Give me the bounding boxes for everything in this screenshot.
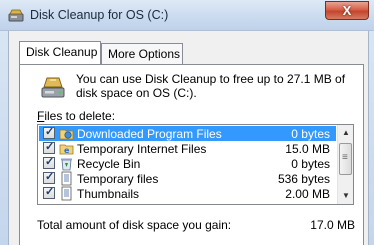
scroll-thumb[interactable] bbox=[339, 143, 352, 175]
disk-cleanup-icon bbox=[41, 77, 65, 98]
tab-disk-cleanup[interactable]: Disk Cleanup bbox=[19, 41, 101, 64]
tab-more-options[interactable]: More Options bbox=[101, 43, 183, 64]
folder-globe-icon bbox=[59, 129, 74, 140]
file-size: 2.00 MB bbox=[285, 187, 330, 201]
close-icon: X bbox=[342, 3, 352, 18]
list-item-recycle-bin[interactable]: Recycle Bin 0 bytes bbox=[39, 155, 336, 171]
files-to-delete-list[interactable]: Downloaded Program Files 0 bytes e Tempo… bbox=[37, 124, 354, 205]
scroll-up-arrow-icon[interactable]: ▲ bbox=[338, 125, 353, 141]
svg-text:e: e bbox=[64, 146, 70, 155]
checkbox-recycle-bin[interactable] bbox=[43, 155, 55, 169]
ie-folder-icon: e bbox=[59, 144, 74, 155]
checkbox-thumbnails[interactable] bbox=[43, 185, 55, 199]
file-name: Temporary Internet Files bbox=[77, 142, 207, 156]
disk-cleanup-panel: You can use Disk Cleanup to free up to 2… bbox=[19, 64, 364, 245]
total-space-value: 17.0 MB bbox=[310, 218, 355, 232]
file-name: Thumbnails bbox=[77, 187, 140, 201]
total-space-label: Total amount of disk space you gain: bbox=[37, 218, 232, 232]
files-to-delete-label: Files to delete: bbox=[37, 109, 115, 123]
list-item-thumbnails[interactable]: Thumbnails 2.00 MB bbox=[39, 185, 336, 201]
tab-more-options-label: More Options bbox=[108, 47, 181, 61]
list-item-temporary-files[interactable]: Temporary files 536 bytes bbox=[39, 170, 336, 186]
disk-cleanup-app-icon bbox=[8, 9, 24, 22]
recycle-bin-icon bbox=[61, 158, 72, 171]
list-scrollbar[interactable]: ▲ ▼ bbox=[337, 125, 353, 204]
checkbox-temporary-files[interactable] bbox=[43, 170, 55, 184]
scroll-down-arrow-icon[interactable]: ▼ bbox=[338, 188, 353, 204]
tab-disk-cleanup-label: Disk Cleanup bbox=[26, 45, 98, 59]
dialog-client-area: Disk Cleanup More Options You can use Di… bbox=[8, 31, 369, 245]
files-label-text: iles to delete: bbox=[44, 109, 116, 123]
list-item-downloaded-program-files[interactable]: Downloaded Program Files 0 bytes bbox=[39, 125, 336, 141]
intro-description: You can use Disk Cleanup to free up to 2… bbox=[76, 72, 346, 100]
file-size: 15.0 MB bbox=[285, 142, 330, 156]
file-name: Temporary files bbox=[77, 172, 159, 186]
file-size: 536 bytes bbox=[277, 172, 330, 186]
file-name: Recycle Bin bbox=[77, 157, 141, 171]
checkbox-temporary-internet-files[interactable] bbox=[43, 140, 55, 154]
file-size: 0 bytes bbox=[291, 127, 330, 141]
close-button[interactable]: X bbox=[325, 1, 369, 20]
title-bar[interactable]: Disk Cleanup for OS (C:) X bbox=[0, 0, 374, 31]
document-icon bbox=[61, 186, 72, 201]
file-size: 0 bytes bbox=[291, 157, 330, 171]
window-title: Disk Cleanup for OS (C:) bbox=[30, 8, 169, 22]
list-item-temporary-internet-files[interactable]: e Temporary Internet Files 15.0 MB bbox=[39, 140, 336, 156]
checkbox-downloaded-program-files[interactable] bbox=[43, 125, 55, 139]
document-icon bbox=[61, 171, 72, 186]
file-name: Downloaded Program Files bbox=[77, 127, 222, 141]
disk-cleanup-window: Disk Cleanup for OS (C:) X Disk Cleanup … bbox=[0, 0, 374, 245]
